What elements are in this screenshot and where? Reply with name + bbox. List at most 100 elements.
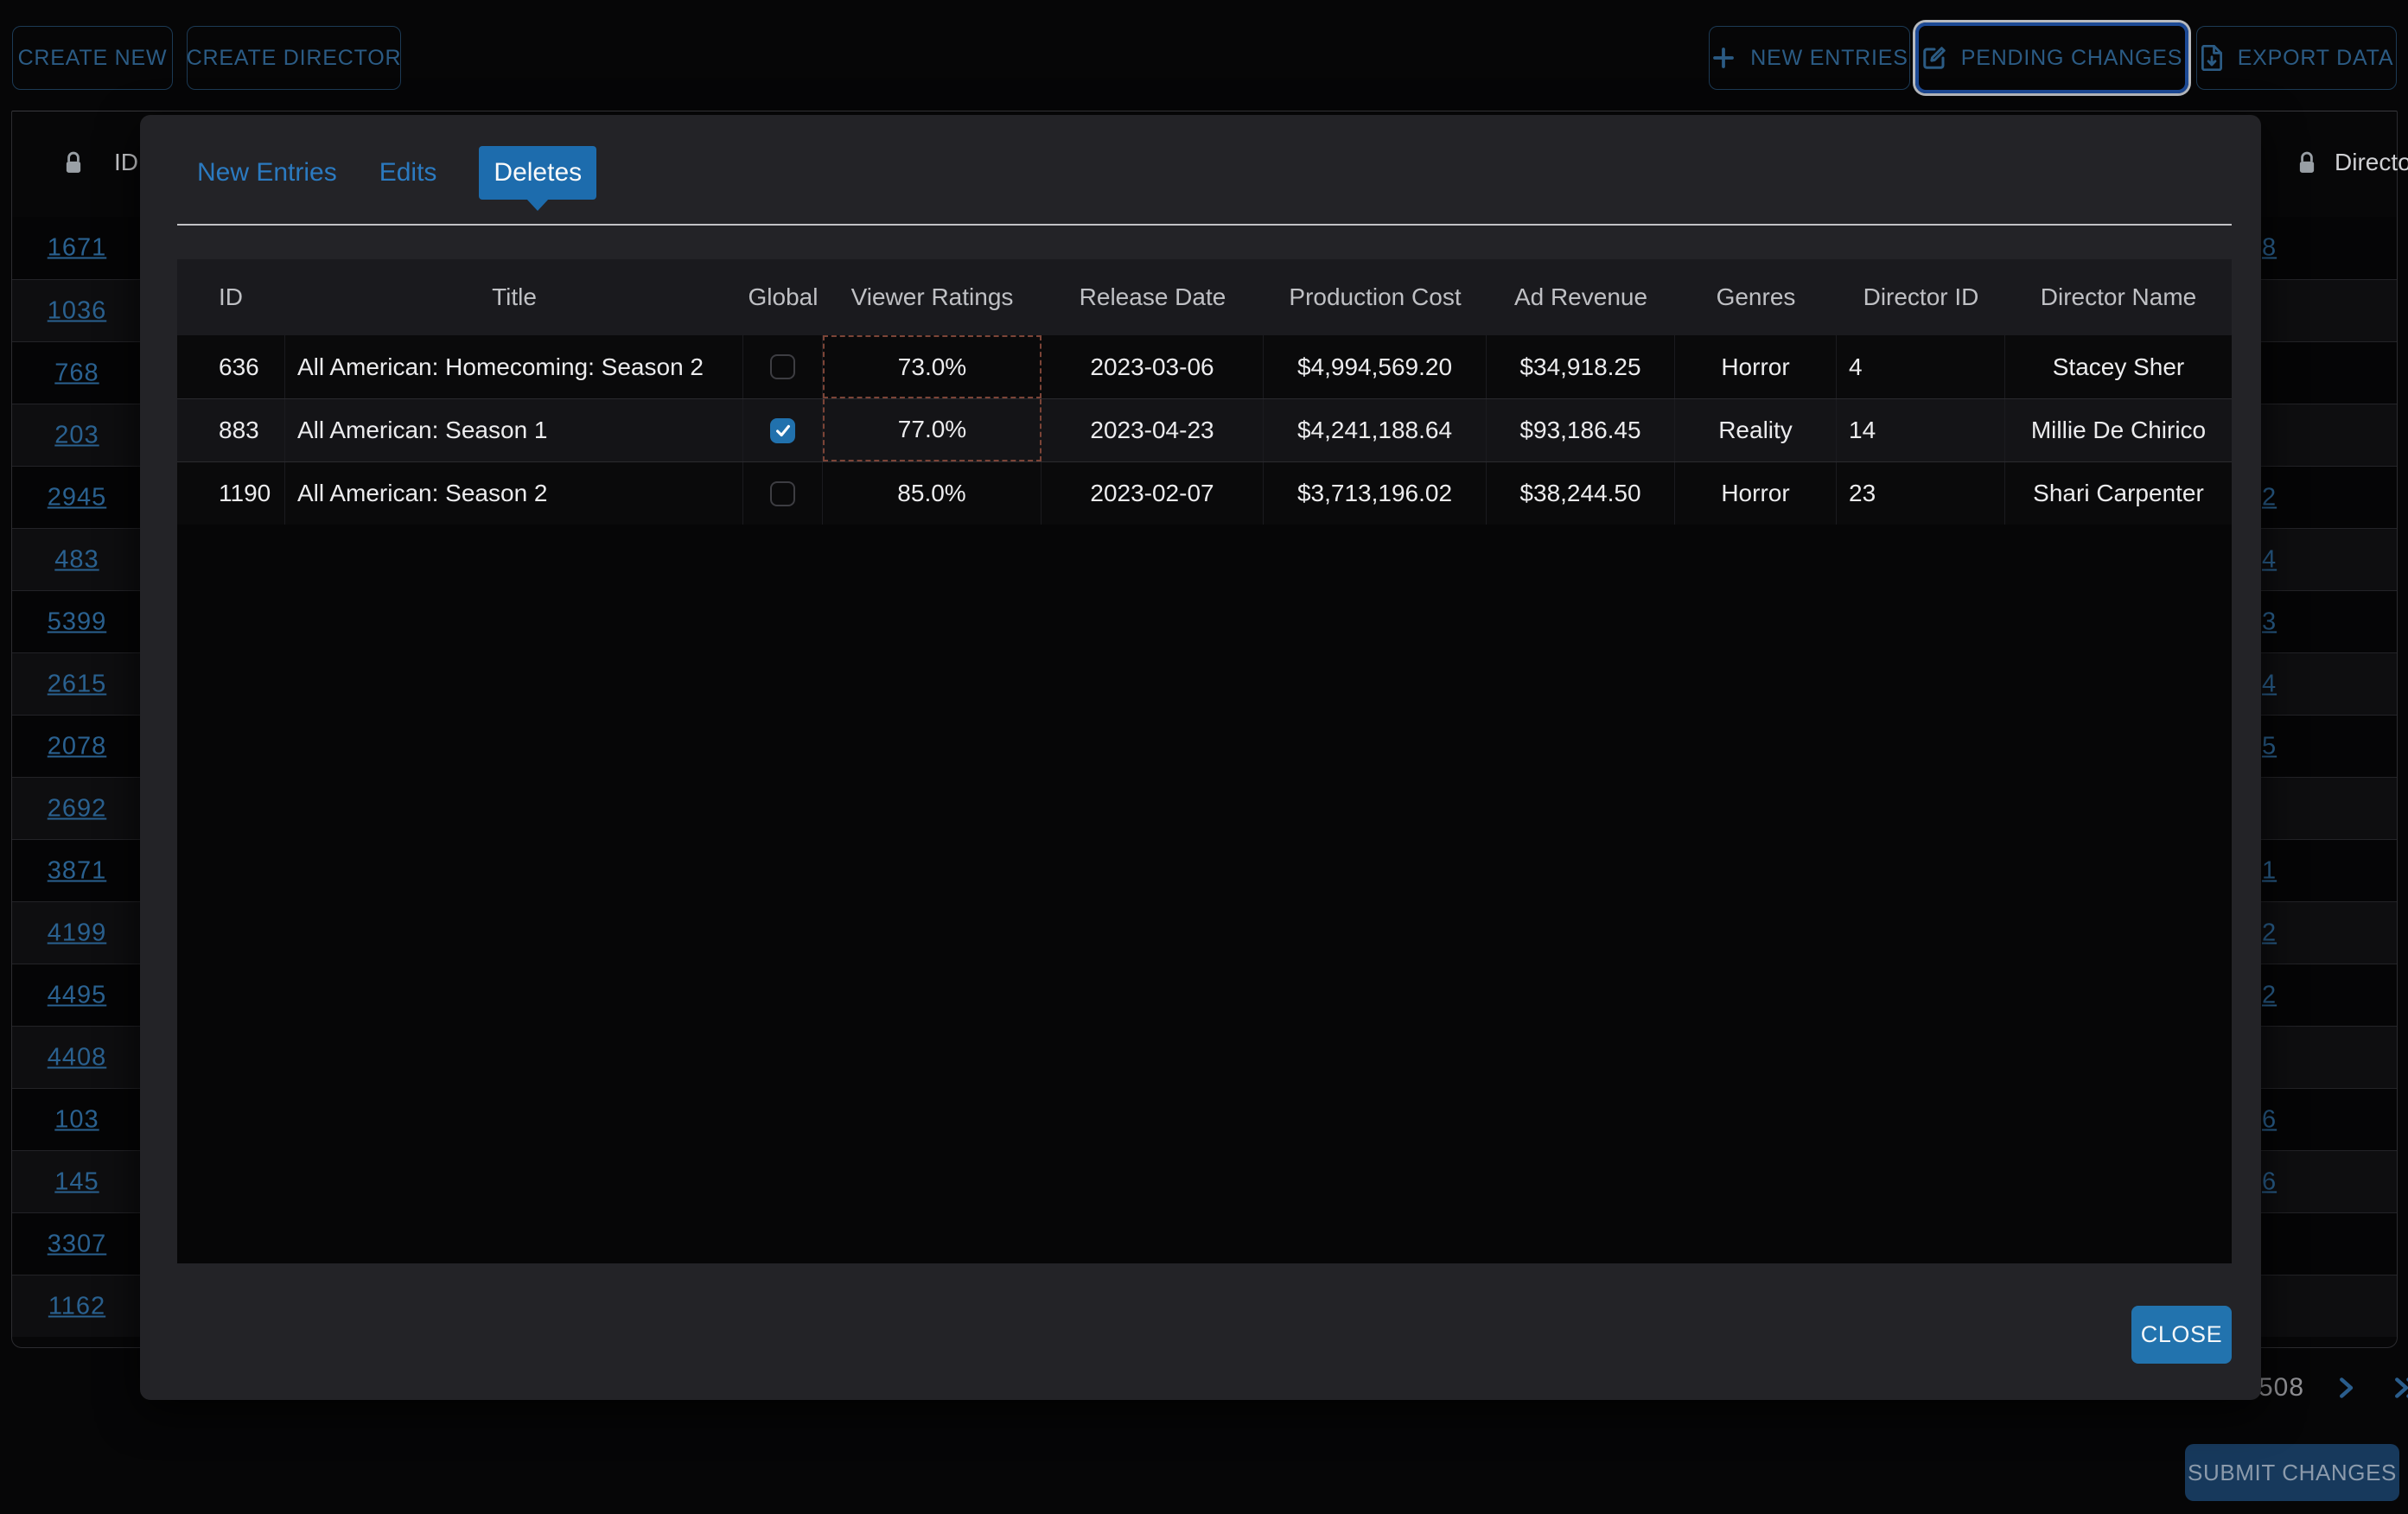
cell-production-cost: $4,994,569.20 bbox=[1264, 335, 1487, 398]
cell-director-name: Stacey Sher bbox=[2005, 335, 2232, 398]
global-checkbox[interactable] bbox=[770, 418, 795, 443]
director-id-link-partial[interactable]: 2 bbox=[2262, 981, 2277, 1009]
column-header-genres: Genres bbox=[1675, 259, 1837, 335]
cell-title: All American: Homecoming: Season 2 bbox=[285, 335, 743, 398]
close-button[interactable]: CLOSE bbox=[2131, 1306, 2232, 1364]
cell-title: All American: Season 1 bbox=[285, 399, 743, 461]
lock-icon bbox=[62, 149, 85, 177]
cell-ad-revenue: $93,186.45 bbox=[1487, 399, 1675, 461]
director-id-link-partial[interactable]: 6 bbox=[2262, 1167, 2277, 1196]
director-id-link-partial[interactable]: 5 bbox=[2262, 732, 2277, 760]
cell-genres: Reality bbox=[1675, 399, 1837, 461]
director-id-link-partial[interactable]: 4 bbox=[2262, 670, 2277, 698]
row-id-link[interactable]: 3871 bbox=[12, 856, 142, 885]
background-id-column-header: ID bbox=[114, 149, 138, 176]
cell-ad-revenue: $38,244.50 bbox=[1487, 462, 1675, 525]
pending-changes-modal: New Entries Edits Deletes ID Title Globa… bbox=[140, 115, 2261, 1400]
pending-changes-button[interactable]: PENDING CHANGES bbox=[1915, 22, 2188, 93]
global-checkbox[interactable] bbox=[770, 481, 795, 506]
row-id-link[interactable]: 4199 bbox=[12, 919, 142, 947]
background-director-column-header: Director ID bbox=[2335, 149, 2408, 176]
row-id-link[interactable]: 2615 bbox=[12, 670, 142, 698]
row-id-link[interactable]: 2945 bbox=[12, 483, 142, 512]
director-id-link-partial[interactable]: 1 bbox=[2262, 856, 2277, 885]
file-download-icon bbox=[2200, 45, 2224, 71]
column-header-release-date: Release Date bbox=[1042, 259, 1264, 335]
create-new-button[interactable]: CREATE NEW bbox=[12, 26, 173, 90]
row-id-link[interactable]: 1162 bbox=[12, 1292, 142, 1320]
cell-ad-revenue: $34,918.25 bbox=[1487, 335, 1675, 398]
submit-changes-button[interactable]: SUBMIT CHANGES bbox=[2185, 1444, 2399, 1501]
check-icon bbox=[774, 421, 793, 440]
plus-icon bbox=[1710, 45, 1736, 71]
row-id-link[interactable]: 4408 bbox=[12, 1043, 142, 1072]
cell-director-id: 23 bbox=[1837, 462, 2005, 525]
cell-production-cost: $4,241,188.64 bbox=[1264, 399, 1487, 461]
new-entries-button[interactable]: NEW ENTRIES bbox=[1709, 26, 1910, 90]
cell-production-cost: $3,713,196.02 bbox=[1264, 462, 1487, 525]
director-id-link-partial[interactable]: 3 bbox=[2262, 608, 2277, 636]
row-id-link[interactable]: 1036 bbox=[12, 296, 142, 325]
row-id-link[interactable]: 1671 bbox=[12, 234, 142, 263]
row-id-link[interactable]: 4495 bbox=[12, 981, 142, 1009]
cell-viewer-ratings: 73.0% bbox=[823, 335, 1042, 398]
tabs-divider bbox=[177, 224, 2232, 226]
column-header-title: Title bbox=[285, 259, 743, 335]
deletes-table-header: ID Title Global Viewer Ratings Release D… bbox=[177, 259, 2232, 335]
row-id-link[interactable]: 2078 bbox=[12, 732, 142, 760]
director-id-link-partial[interactable]: 6 bbox=[2262, 1105, 2277, 1134]
cell-release-date: 2023-02-07 bbox=[1042, 462, 1264, 525]
table-row: 1190 All American: Season 2 85.0% 2023-0… bbox=[177, 461, 2232, 525]
cell-title: All American: Season 2 bbox=[285, 462, 743, 525]
cell-director-name: Millie De Chirico bbox=[2005, 399, 2232, 461]
cell-id: 636 bbox=[177, 335, 285, 398]
column-header-director-name: Director Name bbox=[2005, 259, 2232, 335]
director-id-link-partial[interactable]: 2 bbox=[2262, 919, 2277, 947]
edit-pencil-icon bbox=[1921, 45, 1947, 71]
cell-global bbox=[743, 462, 823, 525]
cell-global bbox=[743, 399, 823, 461]
table-row: 883 All American: Season 1 77.0% 2023-04… bbox=[177, 398, 2232, 461]
export-data-label: EXPORT DATA bbox=[2238, 46, 2394, 71]
cell-viewer-ratings: 77.0% bbox=[823, 399, 1042, 461]
column-header-viewer-ratings: Viewer Ratings bbox=[823, 259, 1042, 335]
cell-release-date: 2023-04-23 bbox=[1042, 399, 1264, 461]
global-checkbox[interactable] bbox=[770, 354, 795, 379]
cell-id: 1190 bbox=[177, 462, 285, 525]
new-entries-label: NEW ENTRIES bbox=[1750, 46, 1908, 71]
pending-changes-label: PENDING CHANGES bbox=[1961, 46, 2182, 71]
director-id-link-partial[interactable]: 8 bbox=[2262, 234, 2277, 263]
tab-deletes-label: Deletes bbox=[494, 158, 582, 187]
cell-release-date: 2023-03-06 bbox=[1042, 335, 1264, 398]
row-id-link[interactable]: 768 bbox=[12, 359, 142, 387]
table-row: 636 All American: Homecoming: Season 2 7… bbox=[177, 335, 2232, 398]
column-header-production-cost: Production Cost bbox=[1264, 259, 1487, 335]
director-id-link-partial[interactable]: 4 bbox=[2262, 545, 2277, 574]
column-header-id: ID bbox=[177, 259, 285, 335]
cell-genres: Horror bbox=[1675, 462, 1837, 525]
row-id-link[interactable]: 145 bbox=[12, 1167, 142, 1196]
create-director-button[interactable]: CREATE DIRECTOR bbox=[187, 26, 401, 90]
next-page-icon[interactable] bbox=[2330, 1372, 2361, 1403]
director-id-link-partial[interactable]: 2 bbox=[2262, 483, 2277, 512]
cell-director-id: 14 bbox=[1837, 399, 2005, 461]
cell-director-id: 4 bbox=[1837, 335, 2005, 398]
tab-deletes[interactable]: Deletes bbox=[479, 146, 596, 200]
row-id-link[interactable]: 103 bbox=[12, 1105, 142, 1134]
cell-viewer-ratings: 85.0% bbox=[823, 462, 1042, 525]
row-id-link[interactable]: 3307 bbox=[12, 1230, 142, 1258]
column-header-director-id: Director ID bbox=[1837, 259, 2005, 335]
last-page-icon[interactable] bbox=[2387, 1372, 2408, 1403]
cell-genres: Horror bbox=[1675, 335, 1837, 398]
cell-global bbox=[743, 335, 823, 398]
row-id-link[interactable]: 5399 bbox=[12, 608, 142, 636]
cell-id: 883 bbox=[177, 399, 285, 461]
export-data-button[interactable]: EXPORT DATA bbox=[2196, 26, 2397, 90]
tab-edits[interactable]: Edits bbox=[379, 146, 437, 200]
row-id-link[interactable]: 483 bbox=[12, 545, 142, 574]
active-tab-caret-icon bbox=[526, 199, 549, 211]
row-id-link[interactable]: 203 bbox=[12, 421, 142, 449]
tab-new-entries[interactable]: New Entries bbox=[197, 146, 337, 200]
page-total: 508 bbox=[2258, 1373, 2304, 1403]
row-id-link[interactable]: 2692 bbox=[12, 794, 142, 823]
